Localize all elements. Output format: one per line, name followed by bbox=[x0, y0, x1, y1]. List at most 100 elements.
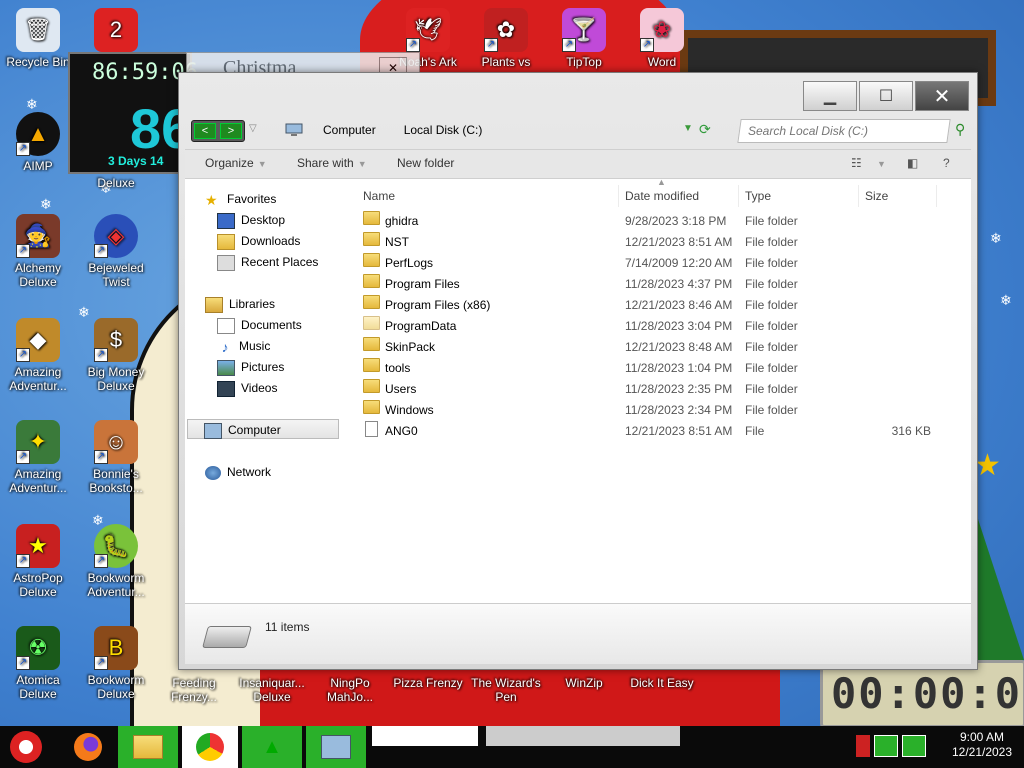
desktop-icon-big-money[interactable]: $ ↗ Big Money Deluxe bbox=[76, 318, 156, 393]
nav-music[interactable]: ♪ Music bbox=[217, 336, 271, 356]
forward-button[interactable]: > bbox=[220, 123, 242, 139]
preview-pane-icon[interactable]: ◧ bbox=[907, 156, 918, 170]
volume-icon[interactable] bbox=[902, 735, 926, 757]
desktop-icon bbox=[217, 212, 235, 229]
breadcrumb-local-disk[interactable]: Local Disk (C:) bbox=[404, 123, 483, 137]
desktop-icon-amazing-adventures-1[interactable]: ◆ ↗ Amazing Adventur... bbox=[0, 318, 78, 393]
share-with-button[interactable]: Share with ▼ bbox=[297, 156, 367, 170]
desktop-icon-recycle-bin[interactable]: 🗑 Recycle Bin bbox=[0, 8, 78, 69]
desktop-icon-label: Big Money Deluxe bbox=[87, 365, 145, 393]
desktop-icon-amazing-adventures-2[interactable]: ✦ ↗ Amazing Adventur... bbox=[0, 420, 78, 495]
taskbar-window-button[interactable] bbox=[372, 726, 478, 746]
taskbar-christmas-tree[interactable]: ▲ bbox=[242, 726, 302, 768]
star-icon: ★ bbox=[205, 191, 218, 208]
address-row: < > ▽ Computer Local Disk (C:) ▼ ⟳ ⚲ bbox=[189, 119, 969, 143]
desktop-icon-winzip[interactable]: WinZip bbox=[544, 676, 624, 690]
taskbar-explorer[interactable] bbox=[118, 726, 178, 768]
help-icon[interactable]: ? bbox=[943, 156, 950, 170]
column-header-size[interactable]: Size bbox=[859, 185, 937, 207]
snowflake-icon: ❄ bbox=[1000, 292, 1012, 308]
file-row[interactable]: Program Files 11/28/2023 4:37 PM File fold… bbox=[355, 274, 971, 295]
taskbar-window-button[interactable] bbox=[486, 726, 680, 746]
recent-places-icon bbox=[217, 254, 235, 271]
desktop-icon-insaniquarium[interactable]: Insaniquar... Deluxe bbox=[232, 676, 312, 704]
nav-recent-places[interactable]: Recent Places bbox=[217, 252, 318, 272]
file-name: NST bbox=[385, 235, 409, 249]
file-row[interactable]: SkinPack 12/21/2023 8:48 AM File folder bbox=[355, 337, 971, 358]
file-size: 316 KB bbox=[891, 424, 931, 438]
file-row[interactable]: Users 11/28/2023 2:35 PM File folder bbox=[355, 379, 971, 400]
nav-documents[interactable]: Documents bbox=[217, 315, 302, 335]
view-options-icon[interactable]: ☷ bbox=[851, 156, 862, 170]
file-row[interactable]: ghidra 9/28/2023 3:18 PM File folder bbox=[355, 211, 971, 232]
file-type: File folder bbox=[745, 298, 798, 312]
new-folder-button[interactable]: New folder bbox=[397, 156, 454, 170]
desktop-icon-partial[interactable]: 2 bbox=[76, 8, 156, 55]
column-header-date-modified[interactable]: Date modified bbox=[619, 185, 739, 207]
close-button[interactable]: ✕ bbox=[915, 81, 969, 111]
nav-downloads[interactable]: Downloads bbox=[217, 231, 300, 251]
desktop-icon-feeding-frenzy[interactable]: Feeding Frenzy... bbox=[154, 676, 234, 704]
desktop-icon-wizards-pen[interactable]: The Wizard's Pen bbox=[466, 676, 546, 704]
nav-videos[interactable]: Videos bbox=[217, 378, 277, 398]
breadcrumb-computer[interactable]: Computer bbox=[323, 123, 376, 137]
desktop-icon-ningpo[interactable]: NingPo MahJo... bbox=[310, 676, 390, 704]
nav-network[interactable]: Network bbox=[205, 462, 271, 482]
desktop-icon-dick-it-easy[interactable]: Dick It Easy bbox=[622, 676, 702, 690]
desktop-icon-word[interactable]: ❀ ↗ Word bbox=[622, 8, 702, 69]
desktop-icon-bejeweled[interactable]: ◈ ↗ Bejeweled Twist bbox=[76, 214, 156, 289]
desktop-icon-aimp[interactable]: ▲ ↗ AIMP bbox=[0, 112, 78, 173]
start-button[interactable] bbox=[0, 726, 52, 768]
file-row[interactable]: ANG0 12/21/2023 8:51 AM File 316 KB bbox=[355, 421, 971, 442]
desktop-icon-astropop[interactable]: ★ ↗ AstroPop Deluxe bbox=[0, 524, 78, 599]
countdown-widget[interactable]: 86:59:06 86 3 Days 14 bbox=[68, 52, 198, 174]
file-row[interactable]: PerfLogs 7/14/2009 12:20 AM File folder bbox=[355, 253, 971, 274]
taskbar-control-panel[interactable] bbox=[306, 726, 366, 768]
libraries-icon bbox=[205, 296, 223, 313]
desktop-icon-plants-vs-zombies[interactable]: ✿ ↗ Plants vs bbox=[466, 8, 546, 69]
file-row[interactable]: Windows 11/28/2023 2:34 PM File folder bbox=[355, 400, 971, 421]
taskbar-firefox[interactable] bbox=[62, 726, 114, 768]
back-button[interactable]: < bbox=[194, 123, 216, 139]
book-icon: B ↗ bbox=[94, 626, 138, 670]
desktop-icon-label: Bookworm Adventur... bbox=[87, 571, 145, 599]
desktop-icon-atomica[interactable]: ☢ ↗ Atomica Deluxe bbox=[0, 626, 78, 701]
organize-button[interactable]: Organize ▼ bbox=[205, 156, 267, 170]
refresh-icon[interactable]: ⟳ bbox=[699, 121, 711, 138]
taskbar-chrome[interactable] bbox=[182, 726, 238, 768]
nav-pictures[interactable]: Pictures bbox=[217, 357, 284, 377]
minimize-button[interactable]: ▁ bbox=[803, 81, 857, 111]
file-row[interactable]: tools 11/28/2023 1:04 PM File folder bbox=[355, 358, 971, 379]
dove-icon: 🕊 ↗ bbox=[406, 8, 450, 52]
nav-favorites[interactable]: ★ Favorites bbox=[205, 189, 276, 209]
desktop-icon-label: TipTop bbox=[566, 55, 602, 69]
desktop-icon-tiptop[interactable]: 🍸 ↗ TipTop bbox=[544, 8, 624, 69]
search-icon[interactable]: ⚲ bbox=[955, 121, 965, 138]
file-row[interactable]: NST 12/21/2023 8:51 AM File folder bbox=[355, 232, 971, 253]
column-header-type[interactable]: Type bbox=[739, 185, 859, 207]
maximize-button[interactable]: ☐ bbox=[859, 81, 913, 111]
nav-libraries[interactable]: Libraries bbox=[205, 294, 275, 314]
desktop-icon-bookworm-deluxe[interactable]: B ↗ Bookworm Deluxe bbox=[76, 626, 156, 701]
desktop-icon-pizza-frenzy[interactable]: Pizza Frenzy bbox=[388, 676, 468, 690]
taskbar-clock[interactable]: 9:00 AM 12/21/2023 bbox=[944, 730, 1020, 760]
address-bar[interactable]: Computer Local Disk (C:) bbox=[285, 119, 725, 141]
search-box[interactable] bbox=[737, 119, 951, 143]
network-tray-icon[interactable] bbox=[874, 735, 898, 757]
file-row[interactable]: ProgramData 11/28/2023 3:04 PM File folder bbox=[355, 316, 971, 337]
countdown-days: 3 Days 14 bbox=[108, 154, 164, 168]
desktop-icon-bookworm-adventures[interactable]: 🐛 ↗ Bookworm Adventur... bbox=[76, 524, 156, 599]
file-row[interactable]: Program Files (x86) 12/21/2023 8:46 AM Fil… bbox=[355, 295, 971, 316]
search-input[interactable] bbox=[746, 120, 930, 142]
nav-desktop[interactable]: Desktop bbox=[217, 210, 285, 230]
flag-icon[interactable] bbox=[856, 735, 870, 757]
recent-pages-chevron-icon[interactable]: ▽ bbox=[249, 123, 257, 134]
nav-computer[interactable]: Computer bbox=[187, 419, 339, 439]
hard-drive-icon bbox=[202, 626, 252, 648]
desktop-icon-bonnies-bookstore[interactable]: ☺ ↗ Bonnie's Booksto... bbox=[76, 420, 156, 495]
column-header-name[interactable]: Name bbox=[357, 185, 619, 207]
chevron-down-icon[interactable]: ▼ bbox=[873, 156, 886, 170]
folder-icon bbox=[133, 735, 163, 759]
desktop-icon-alchemy[interactable]: 🧙 ↗ Alchemy Deluxe bbox=[0, 214, 78, 289]
address-dropdown-icon[interactable]: ▼ bbox=[683, 123, 693, 134]
